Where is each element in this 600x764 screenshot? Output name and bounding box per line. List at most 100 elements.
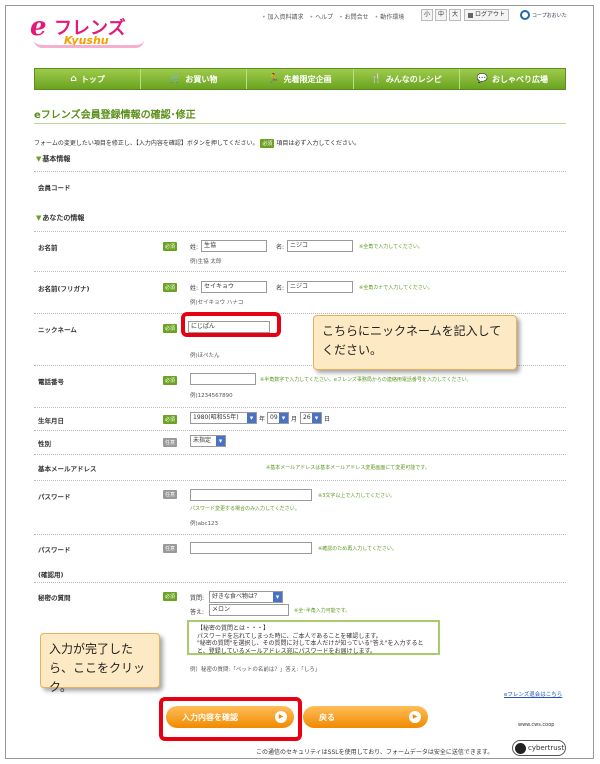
nickname-callout: こちらにニックネームを記入してください。 [313, 315, 517, 370]
kana-label: お名前(フリガナ) [38, 285, 90, 293]
required-badge: 必須 [163, 324, 178, 333]
nav-shopping[interactable]: 🛒 お買い物 [141, 69, 248, 89]
sei-label: 姓: [190, 244, 199, 251]
row-email: 基本メールアドレス ※基本メールアドレスは基本メールアドレス変更画面にて変更可能… [34, 454, 566, 480]
nav-chat[interactable]: 💬 おしゃべり広場 [460, 69, 565, 89]
withdraw-link[interactable]: eフレンズ退会はこちら [504, 690, 562, 698]
required-badge: 必須 [260, 139, 275, 148]
cybertrust-icon [515, 742, 526, 754]
password-hint: ※3文字以上で入力してください。 [318, 493, 396, 499]
gender-select[interactable]: 未指定 [190, 435, 226, 447]
name-hint: ※全角で入力してください。 [359, 244, 423, 250]
intro-text: フォームの変更したい項目を修正し、【入力内容を確認】ボタンを押してください。 必… [34, 139, 360, 148]
required-badge: 必須 [163, 592, 178, 601]
optional-badge: 任意 [163, 490, 178, 499]
nickname-example: 例)ほぺたん [190, 353, 220, 359]
nav-top[interactable]: ⌂ トップ [35, 69, 142, 89]
phone-label: 電話番号 [38, 378, 64, 386]
secret-question-select[interactable]: 好きな食べ物は？ [209, 591, 283, 603]
link-environment[interactable]: 動作環境 [375, 12, 404, 21]
nav-recipe[interactable]: 🍴 みんなのレシピ [354, 69, 460, 89]
coop-mark-icon [520, 10, 530, 20]
logout-icon [468, 12, 473, 18]
secret-info-box: 【秘密の質問とは・・・】 パスワードを忘れてしまった時に、ご本人であることを確認… [187, 620, 440, 655]
section-yours: あなたの情報 [36, 213, 84, 223]
name-label: お名前 [38, 244, 58, 252]
row-gender: 性別 任意 未指定 [34, 430, 566, 454]
home-icon: ⌂ [70, 74, 77, 84]
kana-sei-input[interactable]: セイキョウ [201, 281, 267, 293]
name-example: 例)生協 太郎 [190, 259, 222, 265]
row-birthday: 生年月日 必須 1980(昭和55年) 年 09 月 26 日 [34, 407, 566, 430]
runner-icon: 🏃 [268, 74, 280, 84]
confirm-button[interactable]: 入力内容を確認 ▶ [166, 706, 294, 728]
link-contact[interactable]: お問合せ [339, 12, 369, 21]
logo-swoosh [34, 40, 144, 48]
phone-input[interactable] [190, 373, 256, 385]
row-member-code: 会員コード [34, 171, 566, 201]
row-name: お名前 必須 姓: 生協 名: ニジコ ※全角で入力してください。 例)生協 太… [34, 231, 566, 271]
required-badge: 必須 [163, 376, 178, 385]
nickname-highlight [181, 312, 281, 337]
required-badge: 必須 [163, 242, 178, 251]
main-nav: ⌂ トップ 🛒 お買い物 🏃 先着限定企画 🍴 みんなのレシピ 💬 おしゃべり広場 [34, 68, 566, 90]
kana-hint: ※全角カナで入力してください。 [359, 285, 433, 291]
section-basic: 基本情報 [36, 154, 70, 164]
password-example: 例)abc123 [190, 521, 219, 527]
email-label: 基本メールアドレス [38, 465, 97, 473]
link-request[interactable]: 加入資料請求 [262, 12, 304, 21]
secret-label: 秘密の質問 [38, 594, 71, 602]
font-large-button[interactable]: 大 [449, 9, 461, 21]
top-links: 加入資料請求 ヘルプ お問合せ 動作環境 [262, 12, 405, 21]
birth-day-select[interactable]: 26 [300, 412, 322, 424]
fork-knife-icon: 🍴 [370, 74, 382, 84]
name-mei-input[interactable]: ニジコ [287, 240, 353, 252]
title-divider [34, 123, 566, 124]
required-badge: 必須 [163, 415, 178, 424]
efriends-logo[interactable]: e フレンズ Kyushu [30, 10, 160, 50]
birth-month-select[interactable]: 09 [267, 412, 289, 424]
coop-logo: コープおおいた [520, 10, 567, 20]
optional-badge: 任意 [163, 438, 178, 447]
password-input[interactable] [190, 489, 312, 501]
password-confirm-hint: ※確認のため再入力してください。 [318, 546, 397, 552]
email-hint: ※基本メールアドレスは基本メールアドレス変更画面にて変更可能です。 [266, 465, 430, 471]
font-small-button[interactable]: 小 [421, 9, 433, 21]
chat-bubble-icon: 💬 [476, 74, 489, 84]
submit-callout: 入力が完了したら、ここをクリック。 [40, 633, 160, 694]
kana-example: 例)セイキョウ ハナコ [190, 300, 244, 306]
cybertrust-seal[interactable]: cybertrust [512, 740, 566, 756]
kana-mei-label: 名: [276, 285, 285, 292]
password-label: パスワード [38, 493, 71, 501]
mei-label: 名: [276, 244, 285, 251]
font-size-buttons: 小 中 大 [421, 9, 461, 21]
logout-button[interactable]: ログアウト [464, 9, 510, 21]
phone-hint: ※半角数字で入力してください。eフレンズ事務局からの連絡用電話番号を入力してくだ… [260, 377, 472, 383]
password-confirm-label: パスワード [38, 546, 71, 554]
password-note: パスワード変更する場合のみ入力してください。 [190, 506, 300, 512]
arrow-right-icon: ▶ [275, 711, 287, 723]
row-kana: お名前(フリガナ) 必須 姓: セイキョウ 名: ニジコ ※全角カナで入力してく… [34, 271, 566, 313]
row-phone: 電話番号 必須 ※半角数字で入力してください。eフレンズ事務局からの連絡用電話番… [34, 365, 566, 407]
font-medium-button[interactable]: 中 [435, 9, 447, 21]
password-confirm-input[interactable] [190, 542, 312, 554]
secret-example: 例）秘密の質問:「ペットの名前は？」答え:「しろ」 [190, 667, 321, 673]
back-button[interactable]: 戻る ▶ [303, 706, 428, 728]
name-sei-input[interactable]: 生協 [201, 240, 267, 252]
member-code-label: 会員コード [38, 184, 71, 192]
phone-example: 例)1234567890 [190, 393, 233, 399]
arrow-right-icon: ▶ [409, 711, 421, 723]
password-confirm-label2: (確認用) [38, 571, 64, 579]
optional-badge: 任意 [163, 544, 178, 553]
required-badge: 必須 [163, 283, 178, 292]
nickname-label: ニックネーム [38, 326, 77, 334]
gender-label: 性別 [38, 440, 51, 448]
cart-icon: 🛒 [170, 74, 182, 84]
birth-year-select[interactable]: 1980(昭和55年) [190, 412, 257, 424]
nav-limited[interactable]: 🏃 先着限定企画 [247, 69, 354, 89]
secret-answer-input[interactable]: メロン [209, 604, 289, 616]
birthday-label: 生年月日 [38, 417, 64, 425]
cws-url: www.cws.coop [518, 722, 555, 728]
link-help[interactable]: ヘルプ [310, 12, 333, 21]
kana-mei-input[interactable]: ニジコ [287, 281, 353, 293]
